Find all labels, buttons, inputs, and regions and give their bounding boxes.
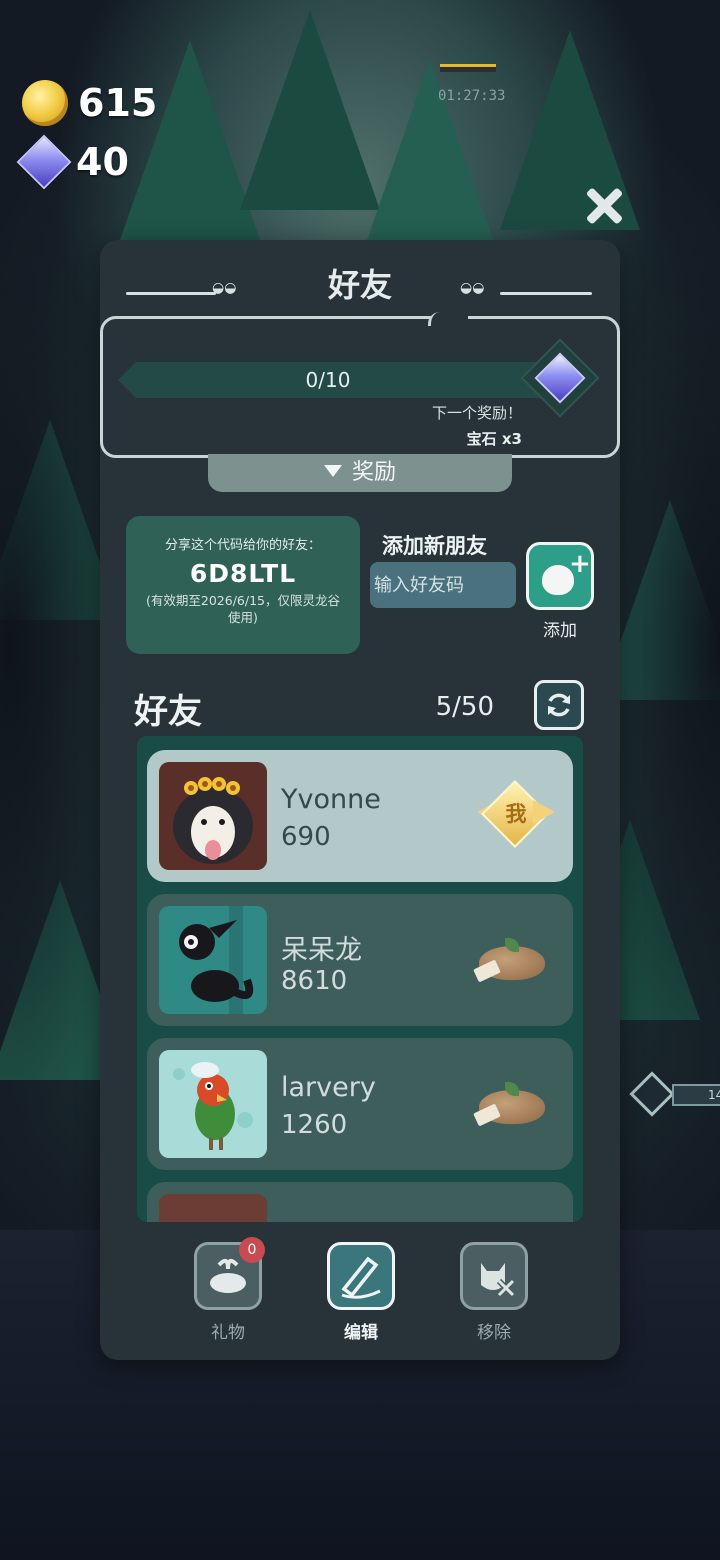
friends-list-title: 好友	[134, 692, 202, 732]
deco-line	[500, 292, 592, 295]
add-friend-title: 添加新朋友	[382, 534, 487, 558]
reward-box-notch	[428, 312, 468, 326]
edit-action[interactable]: 编辑	[327, 1242, 395, 1343]
avatar	[159, 1050, 267, 1158]
gem-counter: 40	[16, 134, 129, 190]
remove-button[interactable]	[460, 1242, 528, 1310]
friend-code-input[interactable]	[370, 562, 516, 608]
gem-icon	[16, 134, 72, 190]
friends-list[interactable]: Yvonne 690 我 呆呆龙 8610 larvery 1260	[137, 736, 583, 1222]
gold-counter: 615	[22, 80, 157, 126]
building-timer-bar	[440, 64, 496, 72]
triangle-down-icon	[323, 465, 342, 477]
refresh-icon	[548, 693, 570, 717]
friend-card-me[interactable]: Yvonne 690 我	[147, 750, 573, 882]
refresh-button[interactable]	[534, 680, 584, 730]
rewards-toggle-button[interactable]: 奖励	[208, 454, 512, 492]
edit-button[interactable]	[327, 1242, 395, 1310]
friend-card[interactable]	[147, 1182, 573, 1222]
friends-count: 5/50	[435, 692, 494, 722]
share-code-value[interactable]: 6D8LTL	[126, 559, 360, 588]
cat-line-decoration: ◒◒	[460, 280, 594, 296]
friend-progress-text: 0/10	[305, 368, 351, 392]
gift-pouch-icon[interactable]	[473, 938, 547, 990]
close-button[interactable]	[584, 186, 624, 226]
plus-icon: +	[569, 549, 591, 579]
gift-pouch-icon[interactable]	[473, 1082, 547, 1134]
friend-name: larvery	[281, 1072, 376, 1103]
friend-score: 8610	[281, 966, 348, 996]
next-reward-label: 下一个奖励！	[431, 404, 522, 422]
side-meter-value: 14	[708, 1088, 720, 1102]
gold-coin-icon	[22, 80, 68, 126]
friend-score: 1260	[281, 1110, 348, 1140]
share-code-label: 分享这个代码给你的好友：	[164, 538, 321, 553]
gift-notification-badge: 0	[239, 1237, 265, 1263]
gift-label: 礼物	[211, 1323, 245, 1343]
share-code-card[interactable]: 分享这个代码给你的好友： 6D8LTL (有效期至2026/6/15，仅限灵龙谷…	[126, 516, 360, 654]
gift-button[interactable]: 0	[194, 1237, 265, 1310]
heart-diamond-icon	[629, 1071, 675, 1117]
add-friend-label: 添加	[543, 621, 577, 641]
add-friend-button[interactable]: +	[526, 542, 594, 610]
rewards-toggle-label: 奖励	[351, 460, 396, 485]
next-reward-item: 宝石 x3	[466, 430, 522, 448]
friend-card[interactable]: 呆呆龙 8610	[147, 894, 573, 1026]
avatar	[159, 906, 267, 1014]
gift-action[interactable]: 0 礼物	[194, 1237, 265, 1343]
gold-amount: 615	[78, 81, 158, 125]
cat-silhouette-icon: ◒◒	[460, 280, 485, 296]
me-badge: 我	[477, 780, 555, 848]
remove-action[interactable]: 移除	[460, 1242, 528, 1343]
friend-score: 690	[281, 822, 331, 852]
friend-name: Yvonne	[281, 784, 381, 815]
side-meter[interactable]: 14	[629, 1071, 720, 1118]
remove-friend-icon	[481, 1263, 516, 1298]
tree-shape	[240, 10, 380, 210]
building-timer: 01:27:33	[438, 88, 506, 104]
friend-card[interactable]: larvery 1260	[147, 1038, 573, 1170]
pouch-tag	[473, 959, 501, 983]
tree-shape	[120, 40, 260, 240]
friends-dialog: ◒◒ 好友 ◒◒ 0/10 下一个奖励！ 宝石 x3 奖励 分享这个代码给你的好…	[100, 240, 620, 1360]
me-badge-text: 我	[505, 802, 527, 826]
friend-name: 呆呆龙	[281, 935, 362, 966]
avatar	[159, 1194, 267, 1222]
remove-label: 移除	[477, 1323, 511, 1343]
share-code-note: (有效期至2026/6/15，仅限灵龙谷使用)	[146, 593, 340, 625]
pouch-tag	[473, 1103, 501, 1127]
gem-amount: 40	[76, 140, 129, 184]
avatar	[159, 762, 267, 870]
quill-edit-icon	[341, 1256, 381, 1299]
edit-label: 编辑	[344, 1323, 378, 1343]
